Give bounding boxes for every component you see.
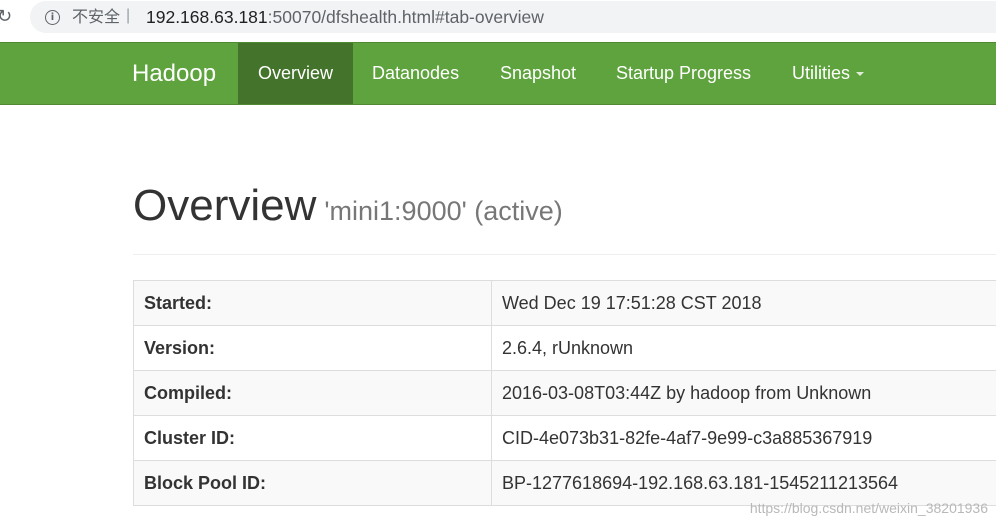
cluster-id-value: CID-4e073b31-82fe-4af7-9e99-c3a885367919 bbox=[491, 415, 996, 461]
navbar: Hadoop Overview Datanodes Snapshot Start… bbox=[0, 42, 996, 105]
url-host: 192.168.63.181 bbox=[146, 7, 268, 27]
reload-icon[interactable]: ↻ bbox=[0, 6, 15, 28]
watermark: https://blog.csdn.net/weixin_38201936 bbox=[749, 500, 988, 516]
tab-startup-progress[interactable]: Startup Progress bbox=[616, 43, 751, 104]
started-value: Wed Dec 19 17:51:28 CST 2018 bbox=[491, 280, 996, 326]
table-row: Version: 2.6.4, rUnknown bbox=[133, 325, 996, 371]
caret-down-icon bbox=[856, 72, 865, 77]
cluster-id-label: Cluster ID: bbox=[133, 415, 492, 461]
tab-utilities-label: Utilities bbox=[792, 63, 851, 83]
table-row: Block Pool ID: BP-1277618694-192.168.63.… bbox=[133, 460, 996, 506]
table-row: Started: Wed Dec 19 17:51:28 CST 2018 bbox=[133, 280, 996, 326]
browser-toolbar: ↻ i 不安全 | 192.168.63.181:50070/dfshealth… bbox=[0, 0, 996, 36]
brand-link[interactable]: Hadoop bbox=[132, 43, 216, 104]
table-row: Compiled: 2016-03-08T03:44Z by hadoop fr… bbox=[133, 370, 996, 416]
page: ↻ i 不安全 | 192.168.63.181:50070/dfshealth… bbox=[0, 0, 996, 529]
page-title: Overview bbox=[133, 181, 317, 230]
overview-table: Started: Wed Dec 19 17:51:28 CST 2018 Ve… bbox=[133, 280, 996, 506]
version-label: Version: bbox=[133, 325, 492, 371]
table-row: Cluster ID: CID-4e073b31-82fe-4af7-9e99-… bbox=[133, 415, 996, 461]
tab-utilities[interactable]: Utilities bbox=[792, 43, 865, 104]
started-label: Started: bbox=[133, 280, 492, 326]
tab-snapshot[interactable]: Snapshot bbox=[500, 43, 576, 104]
page-header: Overview'mini1:9000' (active) bbox=[133, 180, 563, 237]
url-text[interactable]: 192.168.63.181:50070/dfshealth.html#tab-… bbox=[146, 7, 544, 27]
version-value: 2.6.4, rUnknown bbox=[491, 325, 996, 371]
tab-datanodes[interactable]: Datanodes bbox=[372, 43, 459, 104]
url-path: :50070/dfshealth.html#tab-overview bbox=[267, 7, 544, 27]
address-bar[interactable]: i 不安全 | 192.168.63.181:50070/dfshealth.h… bbox=[30, 1, 996, 33]
block-pool-id-value: BP-1277618694-192.168.63.181-15452112135… bbox=[491, 460, 996, 506]
page-subtitle: 'mini1:9000' (active) bbox=[324, 196, 563, 226]
info-icon[interactable]: i bbox=[45, 10, 60, 25]
tab-overview[interactable]: Overview bbox=[238, 43, 353, 104]
header-divider bbox=[133, 254, 996, 255]
compiled-label: Compiled: bbox=[133, 370, 492, 416]
security-label[interactable]: 不安全 bbox=[72, 8, 120, 26]
compiled-value: 2016-03-08T03:44Z by hadoop from Unknown bbox=[491, 370, 996, 416]
url-separator: | bbox=[126, 7, 131, 24]
block-pool-id-label: Block Pool ID: bbox=[133, 460, 492, 506]
